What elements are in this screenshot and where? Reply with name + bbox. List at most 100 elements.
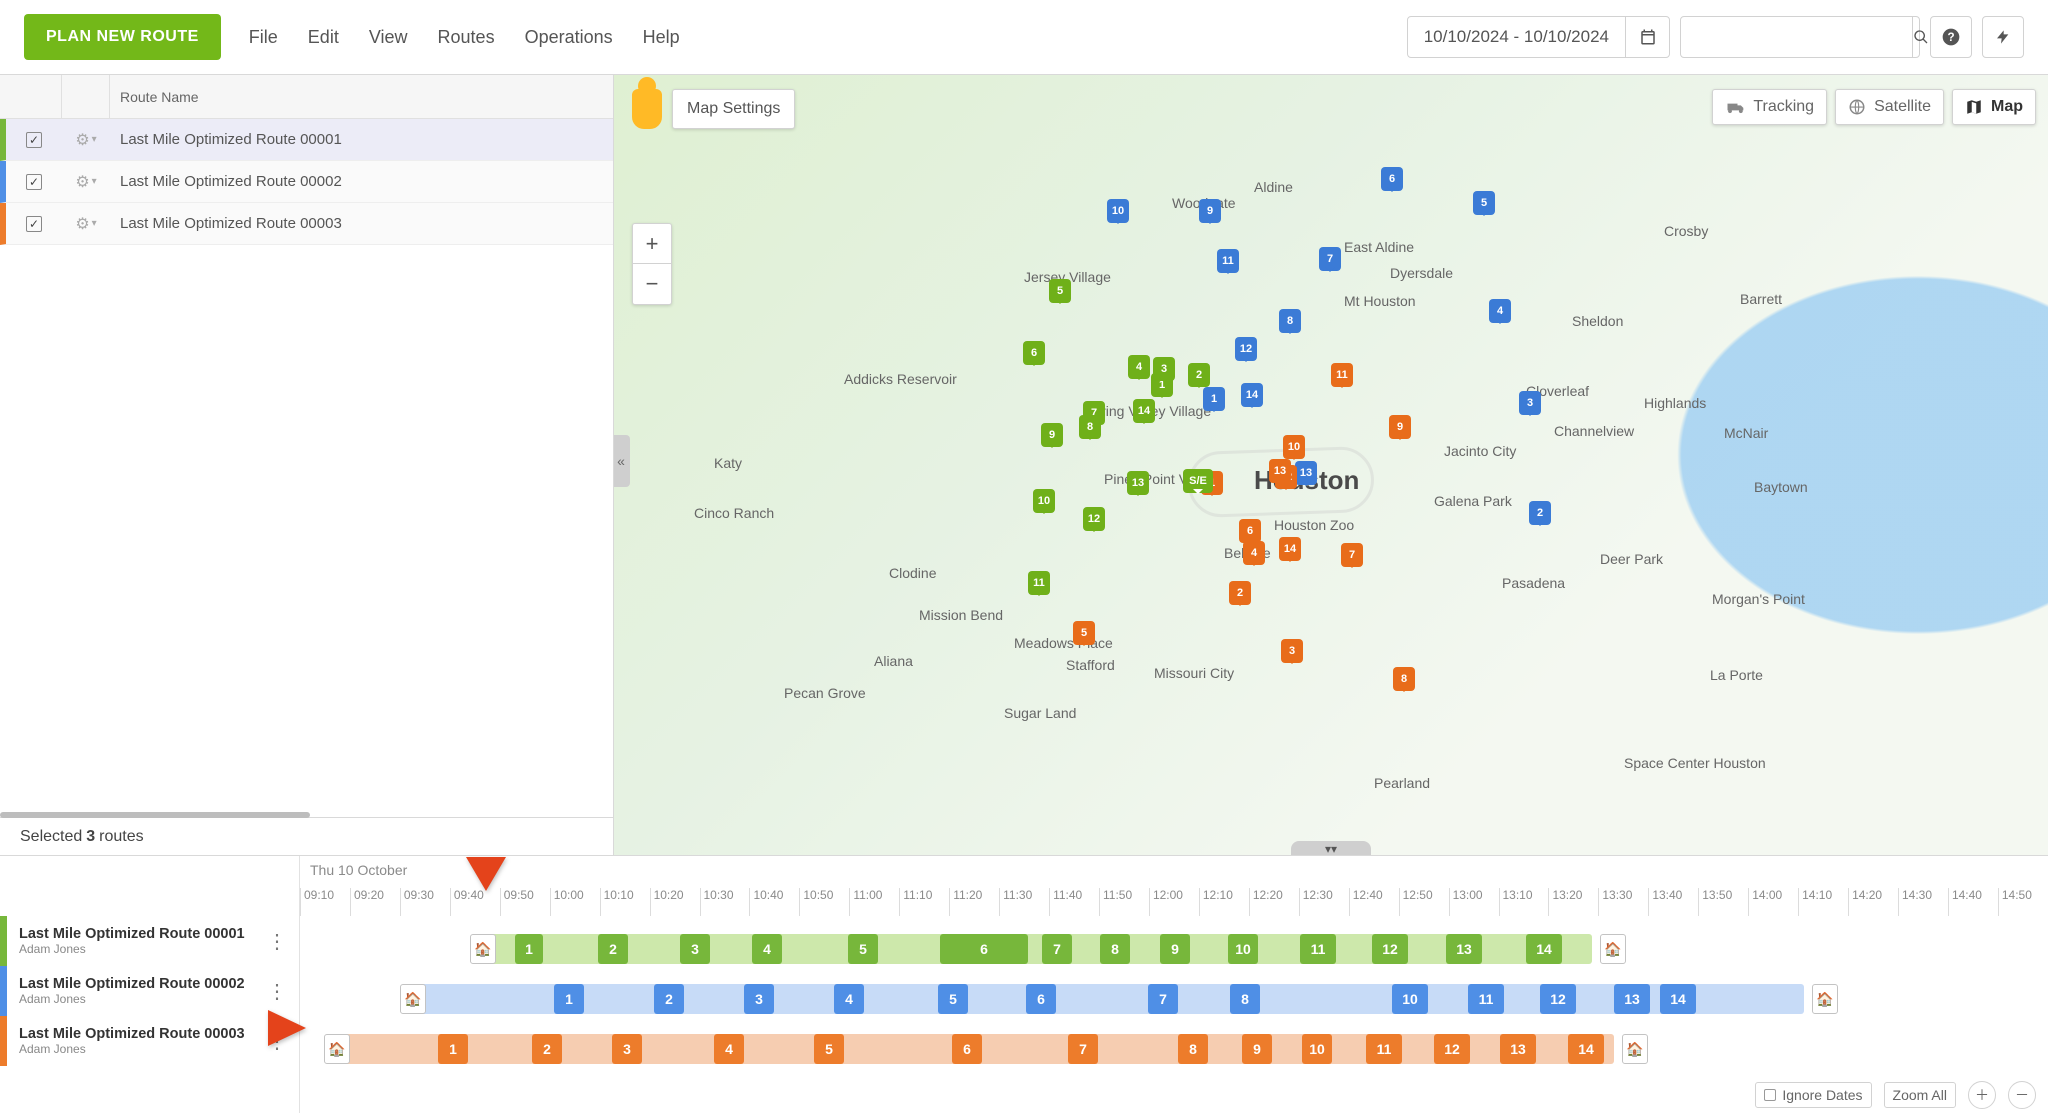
menu-file[interactable]: File — [249, 27, 278, 48]
timeline-stop-3-11[interactable]: 11 — [1366, 1034, 1402, 1064]
map-stop-bl-8[interactable]: 8 — [1279, 309, 1301, 333]
map-stop-bl-7[interactable]: 7 — [1319, 247, 1341, 271]
timeline-home-end-1[interactable]: 🏠 — [1600, 934, 1626, 964]
map-stop-gr-12[interactable]: 12 — [1083, 507, 1105, 531]
timeline-stop-1-1[interactable]: 1 — [515, 934, 543, 964]
map-stop-or-14[interactable]: 14 — [1279, 537, 1301, 561]
satellite-toggle[interactable]: Satellite — [1835, 89, 1944, 125]
search-input[interactable] — [1681, 28, 1912, 46]
route-gear-menu[interactable]: ⚙▾ — [62, 172, 110, 192]
timeline-stop-3-3[interactable]: 3 — [612, 1034, 642, 1064]
tracking-toggle[interactable]: Tracking — [1712, 89, 1827, 125]
timeline-stop-2-14[interactable]: 14 — [1660, 984, 1696, 1014]
timeline-stop-3-12[interactable]: 12 — [1434, 1034, 1470, 1064]
timeline-stop-3-13[interactable]: 13 — [1500, 1034, 1536, 1064]
menu-edit[interactable]: Edit — [308, 27, 339, 48]
pegman-icon[interactable] — [632, 89, 662, 129]
timeline-stop-2-2[interactable]: 2 — [654, 984, 684, 1014]
timeline-stop-1-13[interactable]: 13 — [1446, 934, 1482, 964]
route-row-3[interactable]: ✓⚙▾Last Mile Optimized Route 00003 — [0, 203, 613, 245]
search-box[interactable] — [1680, 16, 1920, 58]
timeline-stop-2-7[interactable]: 7 — [1148, 984, 1178, 1014]
map-start-end-marker[interactable]: S/E — [1183, 469, 1213, 493]
timeline-stop-3-8[interactable]: 8 — [1178, 1034, 1208, 1064]
map-stop-bl-4[interactable]: 4 — [1489, 299, 1511, 323]
plan-new-route-button[interactable]: PLAN NEW ROUTE — [24, 14, 221, 60]
menu-view[interactable]: View — [369, 27, 408, 48]
map-stop-bl-10[interactable]: 10 — [1107, 199, 1129, 223]
timeline-stop-2-4[interactable]: 4 — [834, 984, 864, 1014]
timeline-stop-3-6[interactable]: 6 — [952, 1034, 982, 1064]
timeline-home-start-3[interactable]: 🏠 — [324, 1034, 350, 1064]
timeline-route-label-1[interactable]: Last Mile Optimized Route 00001Adam Jone… — [0, 916, 299, 966]
map-settings-button[interactable]: Map Settings — [672, 89, 795, 129]
collapse-timeline-handle[interactable]: ▾▾ — [1291, 841, 1371, 855]
menu-help[interactable]: Help — [643, 27, 680, 48]
route-gear-menu[interactable]: ⚙▾ — [62, 214, 110, 234]
kebab-icon[interactable]: ⋮ — [267, 1029, 287, 1054]
timeline-zoom-in[interactable]: ＋ — [1968, 1081, 1996, 1109]
ignore-dates-toggle[interactable]: Ignore Dates — [1755, 1082, 1871, 1108]
map-stop-bl-9[interactable]: 9 — [1199, 199, 1221, 223]
timeline-stop-2-6[interactable]: 6 — [1026, 984, 1056, 1014]
timeline-home-start-2[interactable]: 🏠 — [400, 984, 426, 1014]
map-stop-or-6[interactable]: 6 — [1239, 519, 1261, 543]
map-stop-bl-11[interactable]: 11 — [1217, 249, 1239, 273]
timeline-lane-3[interactable]: 1234567891011121314 — [342, 1034, 1614, 1064]
map-stop-bl-12[interactable]: 12 — [1235, 337, 1257, 361]
timeline-stop-3-10[interactable]: 10 — [1302, 1034, 1332, 1064]
timeline-stop-1-6[interactable]: 6 — [940, 934, 1028, 964]
map-stop-or-8[interactable]: 8 — [1393, 667, 1415, 691]
timeline-stop-1-7[interactable]: 7 — [1042, 934, 1072, 964]
timeline-stop-1-14[interactable]: 14 — [1526, 934, 1562, 964]
date-range-picker[interactable]: 10/10/2024 - 10/10/2024 — [1407, 16, 1670, 58]
map-stop-bl-2[interactable]: 2 — [1529, 501, 1551, 525]
map-stop-gr-6[interactable]: 6 — [1023, 341, 1045, 365]
map-stop-or-3[interactable]: 3 — [1281, 639, 1303, 663]
timeline-zoom-out[interactable]: － — [2008, 1081, 2036, 1109]
map-stop-gr-2[interactable]: 2 — [1188, 363, 1210, 387]
map-stop-or-9[interactable]: 9 — [1389, 415, 1411, 439]
column-header-route-name[interactable]: Route Name — [110, 89, 199, 105]
timeline-stop-1-10[interactable]: 10 — [1228, 934, 1258, 964]
timeline-stop-2-11[interactable]: 11 — [1468, 984, 1504, 1014]
timeline-stop-1-12[interactable]: 12 — [1372, 934, 1408, 964]
map-stop-bl-1[interactable]: 1 — [1203, 387, 1225, 411]
map-stop-bl-5[interactable]: 5 — [1473, 191, 1495, 215]
kebab-icon[interactable]: ⋮ — [267, 979, 287, 1004]
timeline-chart[interactable]: Thu 10 October 09:1009:2009:3009:4009:50… — [300, 856, 2048, 1113]
map-stop-gr-3[interactable]: 3 — [1153, 357, 1175, 381]
search-icon[interactable] — [1912, 17, 1929, 57]
timeline-home-end-3[interactable]: 🏠 — [1622, 1034, 1648, 1064]
map-stop-or-7[interactable]: 7 — [1341, 543, 1363, 567]
timeline-stop-3-14[interactable]: 14 — [1568, 1034, 1604, 1064]
help-icon[interactable]: ? — [1930, 16, 1972, 58]
map-stop-gr-13[interactable]: 13 — [1127, 471, 1149, 495]
map-stop-gr-10[interactable]: 10 — [1033, 489, 1055, 513]
map-stop-gr-14[interactable]: 14 — [1133, 399, 1155, 423]
route-checkbox[interactable]: ✓ — [26, 174, 42, 190]
timeline-stop-1-5[interactable]: 5 — [848, 934, 878, 964]
map-stop-or-5[interactable]: 5 — [1073, 621, 1095, 645]
map-stop-or-11[interactable]: 11 — [1331, 363, 1353, 387]
map-stop-or-10[interactable]: 10 — [1283, 435, 1305, 459]
timeline-stop-2-8[interactable]: 8 — [1230, 984, 1260, 1014]
timeline-lane-2[interactable]: 123456781011121314 — [418, 984, 1804, 1014]
zoom-out-button[interactable]: − — [633, 264, 671, 304]
timeline-home-end-2[interactable]: 🏠 — [1812, 984, 1838, 1014]
timeline-stop-1-2[interactable]: 2 — [598, 934, 628, 964]
calendar-icon[interactable] — [1625, 17, 1669, 57]
zoom-in-button[interactable]: + — [633, 224, 671, 264]
timeline-home-start-1[interactable]: 🏠 — [470, 934, 496, 964]
bolt-icon[interactable] — [1982, 16, 2024, 58]
timeline-stop-3-9[interactable]: 9 — [1242, 1034, 1272, 1064]
timeline-stop-3-1[interactable]: 1 — [438, 1034, 468, 1064]
timeline-stop-1-4[interactable]: 4 — [752, 934, 782, 964]
timeline-stop-3-7[interactable]: 7 — [1068, 1034, 1098, 1064]
route-checkbox[interactable]: ✓ — [26, 132, 42, 148]
timeline-route-label-2[interactable]: Last Mile Optimized Route 00002Adam Jone… — [0, 966, 299, 1016]
menu-routes[interactable]: Routes — [438, 27, 495, 48]
map[interactable]: Houston KatyCinco RanchAldineEast Aldine… — [614, 75, 2048, 855]
route-checkbox[interactable]: ✓ — [26, 216, 42, 232]
collapse-sidebar-handle[interactable]: « — [614, 435, 630, 487]
